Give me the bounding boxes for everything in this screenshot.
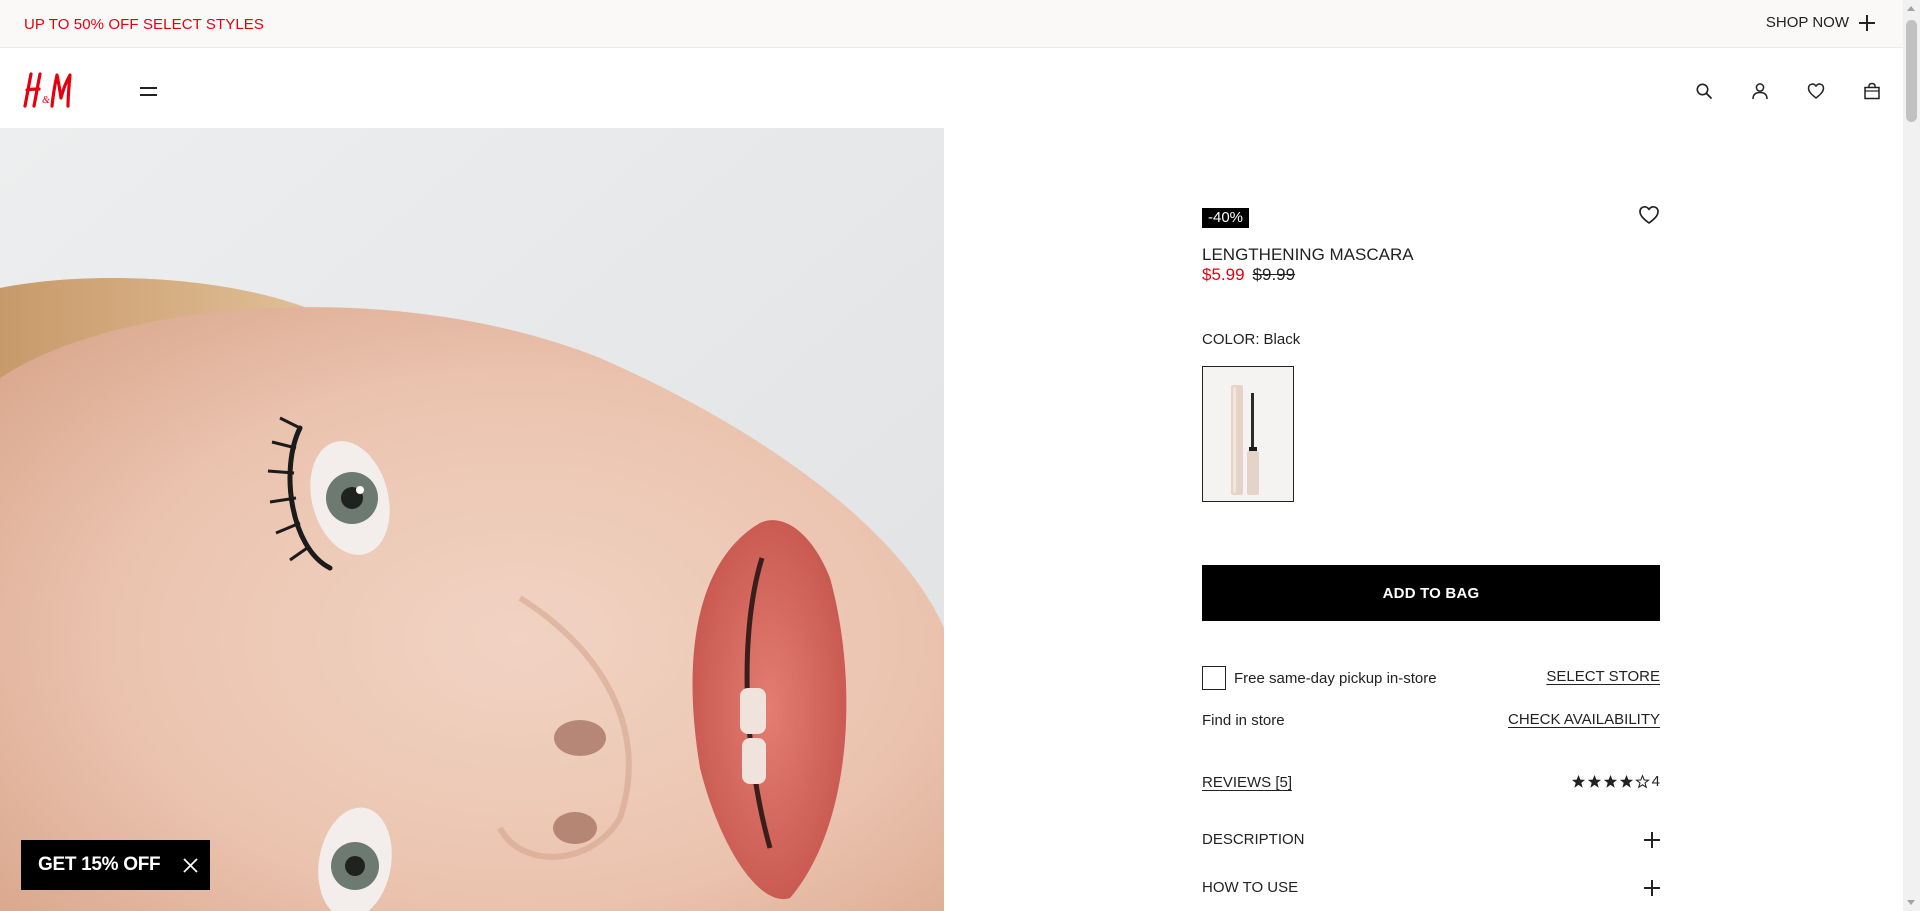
star-outline-icon — [1634, 774, 1650, 789]
menu-line — [140, 87, 157, 89]
popup-text: GET 15% OFF — [38, 854, 161, 875]
price-row: $5.99 $9.99 — [1202, 265, 1295, 285]
reviews-row: REVIEWS [5] 4 — [1202, 773, 1660, 795]
color-value: Black — [1263, 331, 1301, 348]
star-filled-icon — [1619, 774, 1633, 788]
scroll-thumb[interactable] — [1906, 20, 1917, 122]
color-swatch-black[interactable] — [1202, 366, 1294, 502]
rating-stars: 4 — [1571, 773, 1660, 790]
promo-text[interactable]: UP TO 50% OFF SELECT STYLES — [24, 16, 264, 33]
pickup-row: Free same-day pickup in-store SELECT STO… — [1202, 666, 1660, 690]
description-label: DESCRIPTION — [1202, 831, 1305, 848]
select-store-link[interactable]: SELECT STORE — [1546, 668, 1660, 685]
shopping-bag-icon[interactable] — [1863, 82, 1881, 100]
mascara-thumbnail — [1203, 367, 1293, 501]
shop-now-button[interactable]: SHOP NOW — [1766, 14, 1875, 31]
discount-popup[interactable]: GET 15% OFF — [21, 840, 210, 890]
close-icon[interactable] — [183, 858, 198, 873]
rating-value: 4 — [1651, 773, 1660, 790]
site-header: & — [0, 48, 1903, 128]
check-availability-link[interactable]: CHECK AVAILABILITY — [1508, 711, 1660, 728]
color-row: COLOR: Black — [1202, 331, 1300, 348]
expand-plus-icon — [1644, 880, 1660, 896]
product-title: LENGTHENING MASCARA — [1202, 245, 1414, 264]
scroll-up-arrow-icon[interactable] — [1907, 6, 1915, 11]
expand-plus-icon — [1644, 832, 1660, 848]
add-to-bag-button[interactable]: ADD TO BAG — [1202, 565, 1660, 621]
account-icon[interactable] — [1751, 82, 1769, 100]
star-filled-icon — [1587, 774, 1601, 788]
hm-logo[interactable]: & — [22, 70, 76, 110]
how-to-use-label: HOW TO USE — [1202, 879, 1299, 896]
promo-bar: UP TO 50% OFF SELECT STYLES SHOP NOW — [0, 0, 1903, 48]
header-icons — [1695, 82, 1881, 100]
discount-badge: -40% — [1202, 208, 1250, 228]
sale-price: $5.99 — [1202, 265, 1245, 284]
page-scrollbar[interactable] — [1903, 0, 1920, 911]
original-price: $9.99 — [1252, 265, 1296, 284]
pickup-label: Free same-day pickup in-store — [1234, 669, 1437, 687]
find-in-store-row: Find in store CHECK AVAILABILITY — [1202, 710, 1660, 732]
shop-now-label: SHOP NOW — [1765, 14, 1849, 31]
favorites-icon[interactable] — [1807, 82, 1825, 100]
hm-logo-icon: & — [23, 72, 72, 108]
reviews-link[interactable]: REVIEWS [5] — [1202, 774, 1292, 791]
plus-icon — [1859, 14, 1875, 31]
pickup-checkbox[interactable] — [1202, 666, 1226, 690]
description-accordion[interactable]: DESCRIPTION — [1202, 828, 1660, 852]
find-in-store-label: Find in store — [1202, 712, 1285, 729]
add-to-favorites-heart-icon[interactable] — [1638, 204, 1660, 226]
star-filled-icon — [1603, 774, 1617, 788]
model-face-image — [0, 128, 944, 911]
svg-text:&: & — [42, 95, 50, 106]
star-filled-icon — [1571, 774, 1585, 788]
how-to-use-accordion[interactable]: HOW TO USE — [1202, 876, 1660, 900]
product-image[interactable] — [0, 128, 944, 911]
search-icon[interactable] — [1695, 82, 1713, 100]
menu-button[interactable] — [140, 85, 158, 99]
scroll-down-arrow-icon[interactable] — [1907, 900, 1915, 905]
menu-line — [140, 94, 157, 96]
color-label: COLOR: — [1202, 331, 1260, 348]
